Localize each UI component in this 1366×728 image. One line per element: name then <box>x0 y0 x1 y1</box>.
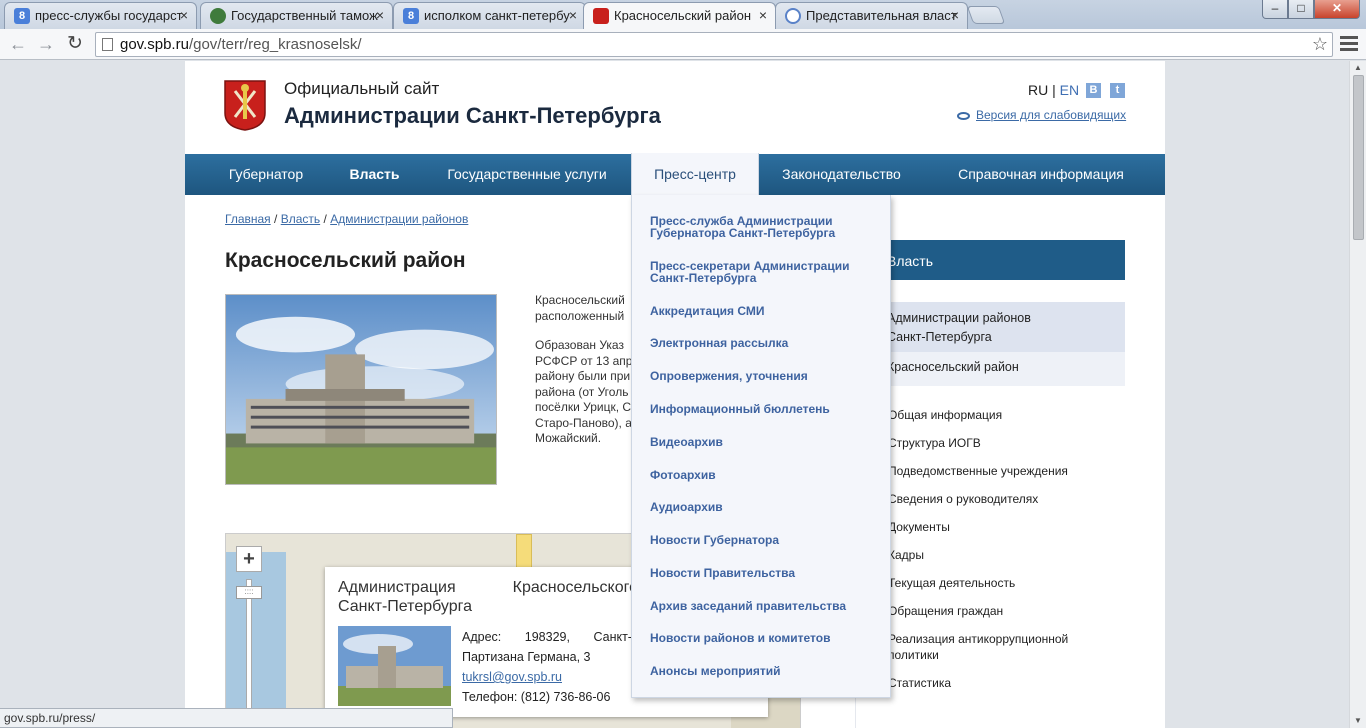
page-scrollbar[interactable]: ▲ ▼ <box>1349 61 1366 728</box>
sidebar-heading[interactable]: Власть <box>855 240 1125 280</box>
vkontakte-icon[interactable]: B <box>1086 83 1101 98</box>
browser-menu-icon[interactable] <box>1340 36 1358 52</box>
close-window-button[interactable]: ✕ <box>1314 0 1360 19</box>
info-card-details: Адрес: 198329, Санкт- Партизана Германа, 3… <box>462 627 632 707</box>
sidebar-item-district-administrations[interactable]: Администрации районов Санкт-Петербурга <box>855 302 1125 352</box>
breadcrumb: Главная / Власть / Администрации районов <box>225 212 469 226</box>
menu-item-governor-press-service[interactable]: Пресс-служба Администрации Губернатора С… <box>650 215 875 239</box>
status-bar-url: gov.spb.ru/press/ <box>0 708 453 728</box>
browser-tab-krasnoselsky[interactable]: Красносельский район × <box>583 2 776 30</box>
reload-icon[interactable]: ↻ <box>64 33 86 55</box>
nav-reference-info[interactable]: Справочная информация <box>924 154 1158 195</box>
google-icon: 8 <box>14 8 30 24</box>
menu-item-governor-news[interactable]: Новости Губернатора <box>650 534 875 546</box>
browser-tab-bar: 8 пресс-службы государст × Государственн… <box>0 0 1366 30</box>
google-icon: 8 <box>403 8 419 24</box>
map-zoom-slider[interactable] <box>246 579 252 728</box>
main-navigation: Губернатор Власть Государственные услуги… <box>185 153 1165 195</box>
address-url[interactable]: gov.spb.ru/gov/terr/reg_krasnoselsk/ <box>120 36 362 53</box>
sidebar-item-structure[interactable]: Структура ИОГВ <box>888 435 981 451</box>
menu-item-government-meetings-archive[interactable]: Архив заседаний правительства <box>650 600 875 612</box>
info-card-title: Администрация Красносельского Санкт-Петер… <box>338 579 638 615</box>
menu-item-media-accreditation[interactable]: Аккредитация СМИ <box>650 305 875 317</box>
address-bar[interactable]: gov.spb.ru/gov/terr/reg_krasnoselsk/ ☆ <box>95 32 1333 57</box>
minimize-window-button[interactable]: – <box>1262 0 1288 19</box>
lang-separator: | <box>1052 82 1056 98</box>
breadcrumb-home[interactable]: Главная <box>225 212 271 226</box>
close-tab-icon[interactable]: × <box>569 3 577 28</box>
customs-shield-icon <box>210 8 226 24</box>
menu-item-corrections[interactable]: Опровержения, уточнения <box>650 370 875 382</box>
maximize-window-button[interactable]: □ <box>1288 0 1314 19</box>
nav-power[interactable]: Власть <box>327 154 422 195</box>
sidebar-item-citizen-appeals[interactable]: Обращения граждан <box>888 603 1003 619</box>
eye-icon <box>957 111 970 120</box>
sidebar-item-subordinate[interactable]: Подведомственные учреждения <box>888 463 1068 479</box>
info-card-email[interactable]: tukrsl@gov.spb.ru <box>462 670 562 684</box>
menu-item-event-announcements[interactable]: Анонсы мероприятий <box>650 665 875 677</box>
close-tab-icon[interactable]: × <box>759 3 767 28</box>
map-water <box>226 552 286 728</box>
site-title-line1: Официальный сайт <box>284 79 440 98</box>
low-vision-link[interactable]: Версия для слабовидящих <box>957 108 1126 122</box>
new-tab-button[interactable] <box>966 6 1006 24</box>
scroll-down-icon[interactable]: ▼ <box>1354 716 1362 725</box>
sidebar-item-anticorruption[interactable]: Реализация антикоррупционной политики <box>888 631 1068 663</box>
district-intro-text: Красносельский расположенный Образован У… <box>535 293 633 445</box>
browser-tab-press-services[interactable]: 8 пресс-службы государст × <box>4 2 197 29</box>
menu-item-press-secretaries[interactable]: Пресс-секретари Администрации Санкт-Пете… <box>650 260 875 284</box>
sidebar-item-documents[interactable]: Документы <box>888 519 950 535</box>
lang-ru[interactable]: RU <box>1028 82 1048 98</box>
scrollbar-thumb[interactable] <box>1353 75 1364 240</box>
nav-press-center[interactable]: Пресс-центр <box>631 153 759 195</box>
press-center-dropdown: Пресс-служба Администрации Губернатора С… <box>631 195 891 698</box>
globe-icon <box>785 8 801 24</box>
sidebar-list: Общая информация Структура ИОГВ Подведом… <box>855 386 1125 728</box>
sidebar-item-krasnoselsky[interactable]: Красносельский район <box>855 352 1125 386</box>
spb-coat-of-arms-logo[interactable] <box>223 79 267 131</box>
browser-toolbar: ← → ↻ gov.spb.ru/gov/terr/reg_krasnosels… <box>0 29 1366 60</box>
menu-item-district-committee-news[interactable]: Новости районов и комитетов <box>650 632 875 644</box>
menu-item-audio-archive[interactable]: Аудиоархив <box>650 501 875 513</box>
twitter-icon[interactable]: t <box>1110 83 1125 98</box>
language-switcher: RU | EN <box>1028 82 1079 98</box>
map-zoom-in-button[interactable]: + <box>236 546 262 572</box>
district-administration-photo <box>225 294 497 485</box>
forward-arrow-icon[interactable]: → <box>35 33 57 55</box>
menu-item-photo-archive[interactable]: Фотоархив <box>650 469 875 481</box>
browser-tab-ispolkom[interactable]: 8 исполком санкт-петербу × <box>393 2 586 29</box>
menu-item-email-newsletter[interactable]: Электронная рассылка <box>650 337 875 349</box>
sidebar-item-statistics[interactable]: Статистика <box>888 675 951 691</box>
browser-tab-representative-power[interactable]: Представительная власт × <box>775 2 968 29</box>
sidebar-item-current-activity[interactable]: Текущая деятельность <box>888 575 1015 591</box>
nav-governor[interactable]: Губернатор <box>205 154 327 195</box>
lang-en[interactable]: EN <box>1060 82 1079 98</box>
sidebar-item-staff[interactable]: Кадры <box>888 547 924 563</box>
page-content: Официальный сайт Администрации Санкт-Пет… <box>185 61 1165 728</box>
nav-legislation[interactable]: Законодательство <box>759 154 924 195</box>
map-zoom-handle[interactable]: :::: <box>236 586 262 599</box>
page-icon <box>102 38 113 51</box>
breadcrumb-power[interactable]: Власть <box>281 212 320 226</box>
back-arrow-icon[interactable]: ← <box>7 33 29 55</box>
page-title: Красносельский район <box>225 249 466 272</box>
menu-item-government-news[interactable]: Новости Правительства <box>650 567 875 579</box>
browser-tab-customs[interactable]: Государственный тамож × <box>200 2 393 29</box>
page-viewport: Официальный сайт Администрации Санкт-Пет… <box>0 61 1349 728</box>
breadcrumb-districts[interactable]: Администрации районов <box>330 212 468 226</box>
sidebar-item-general-info[interactable]: Общая информация <box>888 407 1002 423</box>
menu-item-info-bulletin[interactable]: Информационный бюллетень <box>650 403 875 415</box>
info-card-phone: Телефон: (812) 736-86-06 <box>462 690 611 704</box>
site-title-line2: Администрации Санкт-Петербурга <box>284 103 661 128</box>
nav-services[interactable]: Государственные услуги <box>422 154 632 195</box>
close-tab-icon[interactable]: × <box>376 3 384 28</box>
info-card-photo <box>338 626 451 706</box>
scroll-up-icon[interactable]: ▲ <box>1354 63 1362 72</box>
spb-coat-of-arms-icon <box>593 8 609 24</box>
bookmark-star-icon[interactable]: ☆ <box>1312 34 1328 55</box>
menu-item-video-archive[interactable]: Видеоархив <box>650 436 875 448</box>
close-tab-icon[interactable]: × <box>180 3 188 28</box>
close-tab-icon[interactable]: × <box>951 3 959 28</box>
sidebar-item-leaders[interactable]: Сведения о руководителях <box>888 491 1038 507</box>
